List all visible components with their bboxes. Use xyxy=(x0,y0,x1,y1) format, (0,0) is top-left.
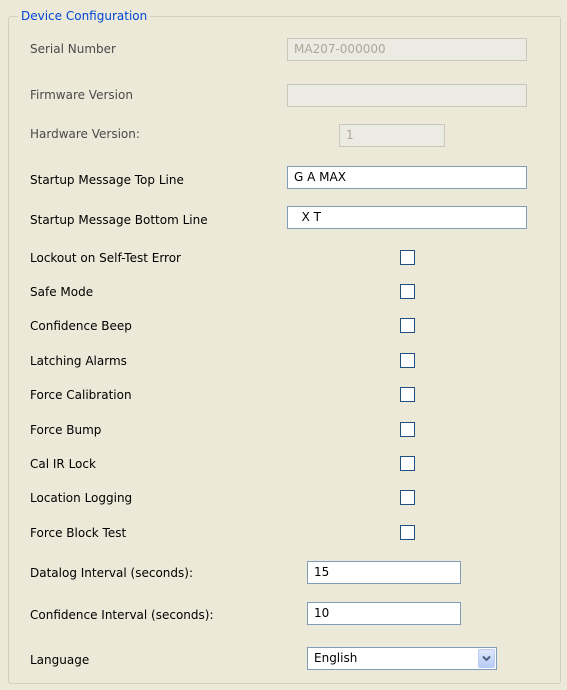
startup-top-label: Startup Message Top Line xyxy=(30,173,184,187)
language-selected-value: English xyxy=(314,651,358,665)
startup-bottom-label: Startup Message Bottom Line xyxy=(30,213,208,227)
serial-number-field: MA207-000000 xyxy=(287,38,527,61)
datalog-interval-label: Datalog Interval (seconds): xyxy=(30,566,193,580)
force-bump-label: Force Bump xyxy=(30,423,102,437)
chevron-down-icon xyxy=(482,655,491,662)
location-logging-label: Location Logging xyxy=(30,491,133,505)
confidence-interval-label: Confidence Interval (seconds): xyxy=(30,608,214,622)
latching-alarms-checkbox[interactable] xyxy=(400,353,415,368)
language-label: Language xyxy=(30,653,90,667)
startup-bottom-input[interactable]: X T xyxy=(287,206,527,229)
safe-mode-label: Safe Mode xyxy=(30,285,94,299)
cal-ir-lock-label: Cal IR Lock xyxy=(30,457,96,471)
device-configuration-group xyxy=(8,16,561,684)
confidence-beep-label: Confidence Beep xyxy=(30,319,132,333)
datalog-interval-input[interactable]: 15 xyxy=(307,561,461,584)
hardware-version-field: 1 xyxy=(339,124,445,147)
serial-number-label: Serial Number xyxy=(30,42,116,56)
group-title: Device Configuration xyxy=(18,8,151,24)
firmware-version-label: Firmware Version xyxy=(30,88,133,102)
force-calibration-label: Force Calibration xyxy=(30,388,132,402)
latching-alarms-label: Latching Alarms xyxy=(30,354,127,368)
firmware-version-field xyxy=(287,84,527,107)
language-select[interactable]: English xyxy=(307,647,497,670)
confidence-interval-input[interactable]: 10 xyxy=(307,602,461,625)
lockout-self-test-checkbox[interactable] xyxy=(400,250,415,265)
location-logging-checkbox[interactable] xyxy=(400,490,415,505)
force-block-test-checkbox[interactable] xyxy=(400,525,415,540)
lockout-self-test-label: Lockout on Self-Test Error xyxy=(30,251,181,265)
hardware-version-label: Hardware Version: xyxy=(30,127,140,141)
language-dropdown-button[interactable] xyxy=(478,649,495,668)
force-bump-checkbox[interactable] xyxy=(400,422,415,437)
startup-top-input[interactable]: G A MAX xyxy=(287,166,527,189)
cal-ir-lock-checkbox[interactable] xyxy=(400,456,415,471)
force-calibration-checkbox[interactable] xyxy=(400,387,415,402)
confidence-beep-checkbox[interactable] xyxy=(400,318,415,333)
force-block-test-label: Force Block Test xyxy=(30,526,127,540)
safe-mode-checkbox[interactable] xyxy=(400,284,415,299)
